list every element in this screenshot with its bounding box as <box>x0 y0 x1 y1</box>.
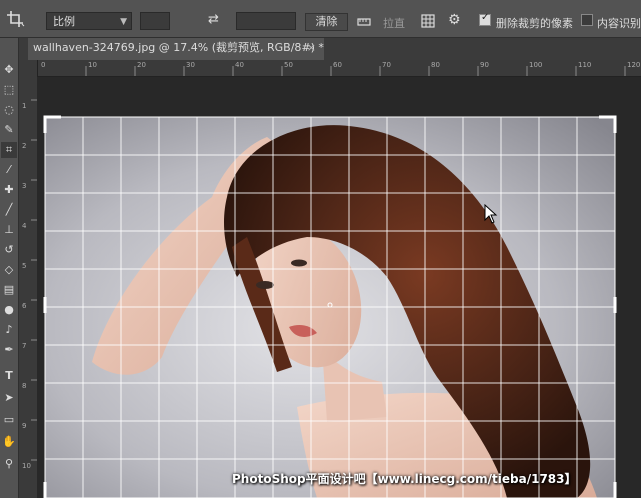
straighten-icon[interactable] <box>356 13 372 29</box>
ruler-tick-label: 10 <box>88 61 97 69</box>
ruler-tick-label: 40 <box>235 61 244 69</box>
ruler-tick-label: 8 <box>22 382 27 390</box>
ruler-tick-label: 20 <box>137 61 146 69</box>
ruler-tick-label: 1 <box>22 102 27 110</box>
eye <box>291 259 307 267</box>
ruler-tick-label: 2 <box>22 142 27 150</box>
ruler-tick-label: 60 <box>333 61 342 69</box>
ruler-tick-label: 90 <box>480 61 489 69</box>
horizontal-ruler[interactable]: 0 10 20 30 40 50 60 70 80 90 100 110 120 <box>37 60 641 77</box>
ruler-tick-label: 4 <box>22 222 27 230</box>
pen-tool-icon[interactable]: ✒ <box>1 342 17 358</box>
ruler-tick-label: 110 <box>578 61 592 69</box>
grid-overlay-icon[interactable] <box>420 13 436 29</box>
ruler-tick-label: 80 <box>431 61 440 69</box>
brush-tool-icon[interactable]: ╱ <box>1 202 17 218</box>
healing-tool-icon[interactable]: ✚ <box>1 182 17 198</box>
ruler-tick-label: 9 <box>22 422 27 430</box>
ruler-tick-label: 7 <box>22 342 27 350</box>
ruler-tick-label: 30 <box>186 61 195 69</box>
watermark-text: PhotoShop平面设计吧【www.linecg.com/tieba/1783… <box>232 472 577 486</box>
gradient-tool-icon[interactable]: ▤ <box>1 282 17 298</box>
stamp-tool-icon[interactable]: ⊥ <box>1 222 17 238</box>
eyedropper-tool-icon[interactable]: ⁄ <box>1 162 17 178</box>
lasso-tool-icon[interactable]: ◌ <box>1 102 17 118</box>
shape-tool-icon[interactable]: ▭ <box>1 412 17 428</box>
content-aware-checkbox[interactable] <box>581 14 593 26</box>
crop-tool-icon[interactable]: ⌗ <box>1 142 17 158</box>
type-tool-icon[interactable]: T <box>1 368 17 384</box>
options-bar: 比例 ▼ ⇄ 清除 拉直 ⚙ 删除裁剪的像素 内容识别 <box>0 0 641 38</box>
path-select-tool-icon[interactable]: ➤ <box>1 390 17 406</box>
close-icon[interactable]: × <box>307 38 316 58</box>
eye <box>256 281 274 289</box>
chevron-down-icon: ▼ <box>120 17 127 27</box>
width-ratio-input[interactable] <box>140 12 170 30</box>
ratio-select-value: 比例 <box>53 15 75 28</box>
vertical-ruler[interactable]: 1 2 3 4 5 6 7 8 9 10 <box>19 60 38 498</box>
ruler-tick-label: 5 <box>22 262 27 270</box>
delete-cropped-label: 删除裁剪的像素 <box>496 17 573 30</box>
ruler-tick-label: 10 <box>22 462 31 470</box>
quick-select-tool-icon[interactable]: ✎ <box>1 122 17 138</box>
content-aware-label: 内容识别 <box>597 17 641 30</box>
document-tab-title: wallhaven-324769.jpg @ 17.4% (裁剪预览, RGB/… <box>33 41 324 54</box>
dodge-tool-icon[interactable]: ♪ <box>1 322 17 338</box>
hand-tool-icon[interactable]: ✋ <box>1 434 17 450</box>
tools-panel: ✥ ⬚ ◌ ✎ ⌗ ⁄ ✚ ╱ ⊥ ↺ ◇ ▤ ● ♪ ✒ T ➤ ▭ ✋ ⚲ <box>0 38 19 498</box>
mouse-cursor-icon <box>484 204 498 224</box>
crop-tool-icon[interactable] <box>6 10 26 28</box>
canvas-area[interactable] <box>37 77 641 498</box>
document-tab[interactable]: wallhaven-324769.jpg @ 17.4% (裁剪预览, RGB/… <box>28 38 324 60</box>
blur-tool-icon[interactable]: ● <box>1 302 17 318</box>
document-tab-bar: wallhaven-324769.jpg @ 17.4% (裁剪预览, RGB/… <box>19 38 641 60</box>
ruler-tick-label: 50 <box>284 61 293 69</box>
ruler-tick-label: 120 <box>627 61 641 69</box>
straighten-label[interactable]: 拉直 <box>383 15 405 31</box>
ratio-select[interactable]: 比例 ▼ <box>46 12 132 30</box>
delete-cropped-checkbox[interactable] <box>479 12 491 26</box>
eraser-tool-icon[interactable]: ◇ <box>1 262 17 278</box>
ruler-tick-label: 70 <box>382 61 391 69</box>
ruler-tick-label: 6 <box>22 302 27 310</box>
move-tool-icon[interactable]: ✥ <box>1 62 17 78</box>
height-ratio-input[interactable] <box>236 12 296 30</box>
clear-button[interactable]: 清除 <box>305 13 348 31</box>
ruler-tick-label: 100 <box>529 61 543 69</box>
zoom-tool-icon[interactable]: ⚲ <box>1 456 17 472</box>
history-brush-tool-icon[interactable]: ↺ <box>1 242 17 258</box>
gear-icon[interactable]: ⚙ <box>448 12 461 28</box>
ruler-tick-label: 0 <box>41 61 46 69</box>
ruler-tick-label: 3 <box>22 182 27 190</box>
swap-icon[interactable]: ⇄ <box>208 12 219 27</box>
marquee-tool-icon[interactable]: ⬚ <box>1 82 17 98</box>
